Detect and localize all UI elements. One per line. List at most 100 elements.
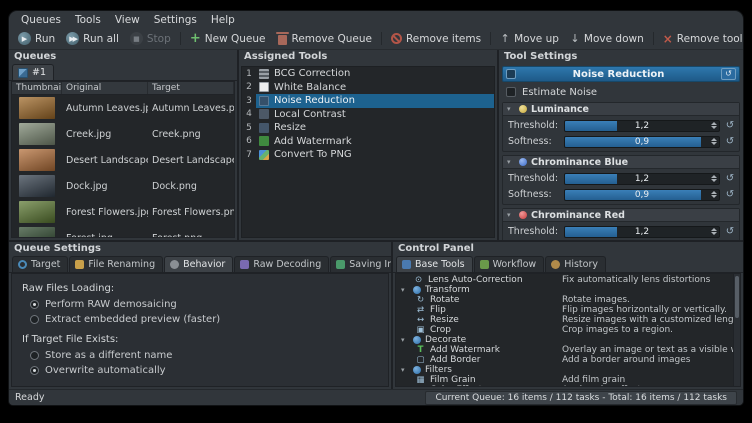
target-filename: Creek.png — [148, 129, 234, 140]
spin-arrows[interactable] — [710, 174, 718, 184]
remove-items-button[interactable]: Remove items — [386, 31, 486, 47]
collapse-arrow-icon[interactable]: ▾ — [507, 211, 515, 219]
run-all-button[interactable]: ▶▶ Run all — [61, 30, 124, 47]
queue-stack-icon — [18, 68, 28, 78]
tool-desc: Crop images to a region. — [562, 325, 733, 335]
tool-row-rotate[interactable]: ↻ Rotate Rotate images. — [396, 295, 733, 305]
queue-tab-1[interactable]: #1 — [12, 64, 54, 80]
menu-view[interactable]: View — [109, 13, 146, 27]
tab-history[interactable]: History — [545, 256, 606, 272]
tool-row-color-effects[interactable]: ◐ Color Effects Apply color effects — [396, 385, 733, 386]
vertical-scrollbar[interactable] — [733, 274, 740, 386]
assigned-tool-bcg-correction[interactable]: 1 BCG Correction — [242, 67, 494, 81]
tool-row-add-border[interactable]: ▢ Add Border Add a border around images — [396, 355, 733, 365]
section-luminance-header[interactable]: ▾ Luminance — [503, 103, 739, 116]
menu-tools[interactable]: Tools — [69, 13, 107, 27]
column-thumbnail[interactable]: Thumbnail — [12, 82, 62, 94]
radio-button[interactable] — [30, 300, 39, 309]
tool-row-crop[interactable]: ▣ Crop Crop images to a region. — [396, 325, 733, 335]
tool-row-flip[interactable]: ⇄ Flip Flip images horizontally or verti… — [396, 305, 733, 315]
queues-panel-title: Queues — [9, 50, 237, 64]
section-chrominance-red-header[interactable]: ▾ Chrominance Red — [503, 209, 739, 222]
assigned-tool-resize[interactable]: 5 Resize — [242, 121, 494, 135]
remove-tool-button[interactable]: × Remove tool — [658, 30, 744, 48]
film-grain-icon: ▦ — [415, 375, 426, 385]
queue-row[interactable]: Autumn Leaves.jpg Autumn Leaves.png — [12, 95, 234, 121]
option-overwrite-automatically[interactable]: Overwrite automatically — [22, 363, 378, 378]
spin-arrows[interactable] — [710, 227, 718, 237]
run-button[interactable]: ▶ Run — [13, 30, 60, 47]
collapse-arrow-icon[interactable]: ▾ — [401, 286, 409, 294]
softness-slider[interactable]: 0,9 — [564, 136, 720, 148]
softness-value: 0,9 — [565, 137, 719, 147]
reset-icon[interactable]: ↺ — [724, 189, 736, 201]
tool-row-film-grain[interactable]: ▦ Film Grain Add film grain — [396, 375, 733, 385]
tool-reset-button[interactable]: ↺ — [721, 68, 736, 80]
assigned-tool-convert-to-png[interactable]: 7 Convert To PNG — [242, 148, 494, 162]
tab-base-tools[interactable]: Base Tools — [396, 256, 473, 272]
tool-group-transform[interactable]: ▾ Transform — [396, 285, 733, 295]
tool-group-filters[interactable]: ▾ Filters — [396, 365, 733, 375]
option-store-different-name[interactable]: Store as a different name — [22, 348, 378, 363]
collapse-arrow-icon[interactable]: ▾ — [507, 105, 515, 113]
assigned-tool-local-contrast[interactable]: 4 Local Contrast — [242, 108, 494, 122]
radio-button[interactable] — [30, 315, 39, 324]
radio-button[interactable] — [30, 366, 39, 375]
threshold-slider[interactable]: 1,2 — [564, 226, 720, 238]
reset-icon[interactable]: ↺ — [724, 120, 736, 132]
reset-icon[interactable]: ↺ — [724, 173, 736, 185]
tool-row-add-watermark[interactable]: T Add Watermark Overlay an image or text… — [396, 345, 733, 355]
collapse-arrow-icon[interactable]: ▾ — [401, 366, 409, 374]
stop-button[interactable]: ■ Stop — [125, 30, 176, 47]
estimate-noise-checkbox[interactable] — [506, 87, 516, 97]
move-up-button[interactable]: ↑ Move up — [495, 30, 564, 47]
softness-slider[interactable]: 0,9 — [564, 189, 720, 201]
new-queue-button[interactable]: + New Queue — [185, 29, 271, 48]
spin-arrows[interactable] — [710, 121, 718, 131]
tab-saving-images[interactable]: Saving Images — [330, 256, 391, 272]
collapse-arrow-icon[interactable]: ▾ — [401, 336, 409, 344]
threshold-slider[interactable]: 1,2 — [564, 120, 720, 132]
tool-settings-body: Noise Reduction ↺ Estimate Noise ▾ Lumin… — [499, 64, 743, 240]
section-chrominance-blue-header[interactable]: ▾ Chrominance Blue — [503, 156, 739, 169]
chrominance-blue-icon — [519, 158, 527, 166]
menu-help[interactable]: Help — [205, 13, 241, 27]
option-extract-embedded-preview[interactable]: Extract embedded preview (faster) — [22, 312, 378, 327]
spin-arrows[interactable] — [710, 190, 718, 200]
queue-row[interactable]: Dock.jpg Dock.png — [12, 173, 234, 199]
bcg-correction-icon — [259, 69, 269, 79]
queue-row[interactable]: Creek.jpg Creek.png — [12, 121, 234, 147]
collapse-arrow-icon[interactable]: ▾ — [507, 158, 515, 166]
assigned-tool-add-watermark[interactable]: 6 Add Watermark — [242, 135, 494, 149]
tab-workflow[interactable]: Workflow — [474, 256, 545, 272]
spin-arrows[interactable] — [710, 137, 718, 147]
tab-file-renaming[interactable]: File Renaming — [69, 256, 163, 272]
queue-row[interactable]: Forest Flowers.jpg Forest Flowers.png — [12, 199, 234, 225]
menu-settings[interactable]: Settings — [148, 13, 203, 27]
queue-row[interactable]: Desert Landscape.jpg Desert Landscape.pn… — [12, 147, 234, 173]
reset-icon[interactable]: ↺ — [724, 226, 736, 238]
remove-queue-button[interactable]: Remove Queue — [272, 31, 377, 47]
assigned-tool-noise-reduction[interactable]: 3 Noise Reduction — [242, 94, 494, 108]
tab-raw-decoding[interactable]: Raw Decoding — [234, 256, 329, 272]
move-down-button[interactable]: ↓ Move down — [565, 30, 649, 47]
menu-queues[interactable]: Queues — [15, 13, 67, 27]
tool-group-decorate[interactable]: ▾ Decorate — [396, 335, 733, 345]
threshold-slider[interactable]: 1,2 — [564, 173, 720, 185]
estimate-noise-option[interactable]: Estimate Noise — [502, 85, 740, 99]
chrominance-red-icon — [519, 211, 527, 219]
reset-icon[interactable]: ↺ — [724, 136, 736, 148]
tool-row-lens-auto-correction[interactable]: ⊙ Lens Auto-Correction Fix automatically… — [396, 275, 733, 285]
option-all-processor-cores[interactable]: Work on all processor cores — [22, 386, 378, 387]
threshold-label: Threshold: — [508, 120, 560, 131]
column-original[interactable]: Original — [62, 82, 148, 94]
radio-button[interactable] — [30, 351, 39, 360]
tab-behavior[interactable]: Behavior — [164, 256, 233, 272]
option-perform-raw-demosaicing[interactable]: Perform RAW demosaicing — [22, 297, 378, 312]
tab-target[interactable]: Target — [12, 256, 68, 272]
tool-row-resize[interactable]: ↔ Resize Resize images with a customized… — [396, 315, 733, 325]
scrollbar-handle[interactable] — [735, 276, 739, 318]
queue-row[interactable]: Forest.jpg Forest.png — [12, 225, 234, 238]
column-target[interactable]: Target — [148, 82, 234, 94]
assigned-tool-white-balance[interactable]: 2 White Balance — [242, 81, 494, 95]
